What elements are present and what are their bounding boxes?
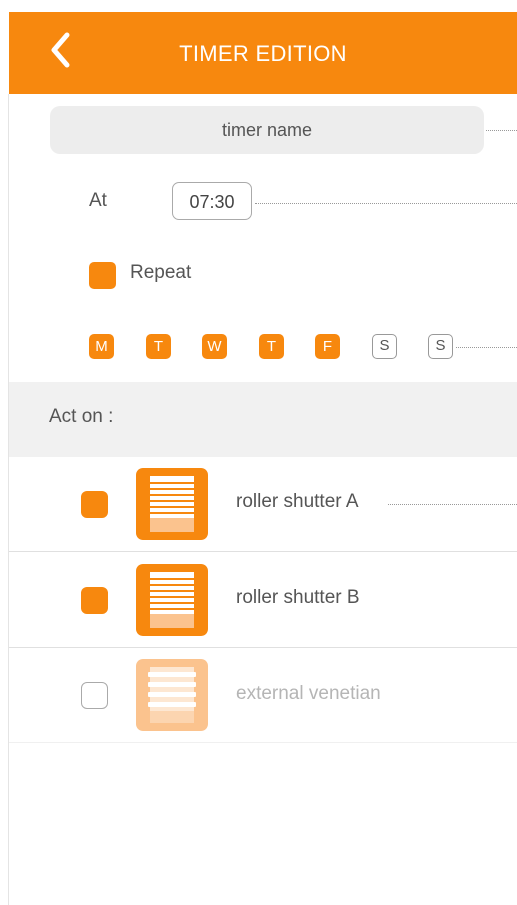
day-toggle-tuesday[interactable]: T xyxy=(146,334,171,359)
page-title: TIMER EDITION xyxy=(179,41,347,66)
roller-shutter-icon xyxy=(136,468,208,540)
app-header: TIMER EDITION xyxy=(9,12,517,94)
at-label: At xyxy=(89,190,107,211)
day-toggle-saturday[interactable]: S xyxy=(372,334,397,359)
roller-shutter-icon xyxy=(136,564,208,636)
device-name: roller shutter B xyxy=(236,587,360,608)
repeat-checkbox[interactable] xyxy=(89,262,116,289)
act-on-label: Act on : xyxy=(49,406,114,427)
leader-line xyxy=(486,130,517,131)
day-toggle-thursday[interactable]: T xyxy=(259,334,284,359)
leader-line xyxy=(388,504,517,505)
list-end-divider xyxy=(9,742,517,743)
device-checkbox[interactable] xyxy=(81,491,108,518)
device-name: roller shutter A xyxy=(236,491,359,512)
leader-line xyxy=(255,203,517,204)
leader-line xyxy=(456,347,517,348)
day-toggle-sunday[interactable]: S xyxy=(428,334,453,359)
device-name: external venetian xyxy=(236,683,381,704)
device-checkbox[interactable] xyxy=(81,682,108,709)
day-toggle-wednesday[interactable]: W xyxy=(202,334,227,359)
day-toggle-monday[interactable]: M xyxy=(89,334,114,359)
day-toggle-friday[interactable]: F xyxy=(315,334,340,359)
time-input[interactable]: 07:30 xyxy=(172,182,252,220)
device-checkbox[interactable] xyxy=(81,587,108,614)
venetian-blind-icon xyxy=(136,659,208,731)
repeat-label: Repeat xyxy=(130,262,192,283)
timer-name-input[interactable]: timer name xyxy=(50,106,484,154)
timer-edition-screen: TIMER EDITION timer name At 07:30 Repeat… xyxy=(0,0,517,905)
